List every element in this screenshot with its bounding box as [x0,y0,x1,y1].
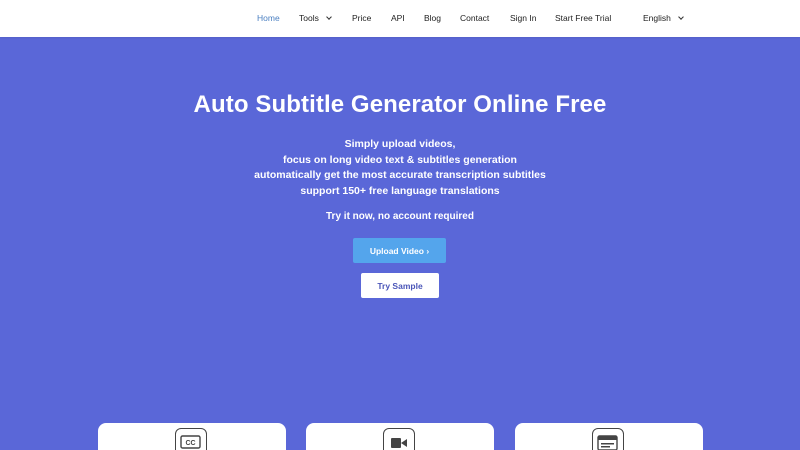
feature-card-video [306,423,494,450]
closed-captions-icon: CC [175,428,207,450]
chevron-right-icon: › [426,245,430,256]
language-label: English [643,13,671,23]
chevron-down-icon [678,14,684,20]
hero-line: focus on long video text & subtitles gen… [283,153,517,166]
browser-window-icon [592,428,624,450]
nav-tools-label: Tools [299,13,319,23]
nav-price-link[interactable]: Price [352,0,371,37]
video-camera-icon [383,428,415,450]
upload-video-label: Upload Video [369,245,424,256]
nav-blog-link[interactable]: Blog [424,0,441,37]
try-sample-button[interactable]: Try Sample [361,273,439,298]
top-navigation-bar: Home Tools Price API Blog Contact Sign I… [0,0,800,37]
nav-home-link[interactable]: Home [257,0,280,37]
upload-video-button[interactable]: Upload Video › [353,238,446,263]
hero-title: Auto Subtitle Generator Online Free [193,91,607,118]
video-camera-glyph [391,438,407,448]
hero-line: Simply upload videos, [344,138,456,150]
hero-line: support 150+ free language translations [300,184,500,197]
browser-window-glyph [597,435,618,450]
nav-api-link[interactable]: API [391,0,405,37]
nav-free-trial-link[interactable]: Start Free Trial [555,0,611,37]
feature-card-browser [515,423,703,450]
chevron-down-icon [326,14,332,20]
nav-signin-link[interactable]: Sign In [510,0,536,37]
language-selector[interactable]: English [643,0,684,37]
nav-contact-link[interactable]: Contact [460,0,489,37]
closed-captions-glyph: CC [180,435,201,449]
hero-line: automatically get the most accurate tran… [254,169,546,181]
hero-description: Simply upload videos, focus on long vide… [0,137,800,199]
try-it-note: Try it now, no account required [326,211,474,222]
nav-tools-dropdown[interactable]: Tools [299,0,332,37]
cc-text: CC [185,440,195,447]
feature-card-subtitles: CC [98,423,286,450]
